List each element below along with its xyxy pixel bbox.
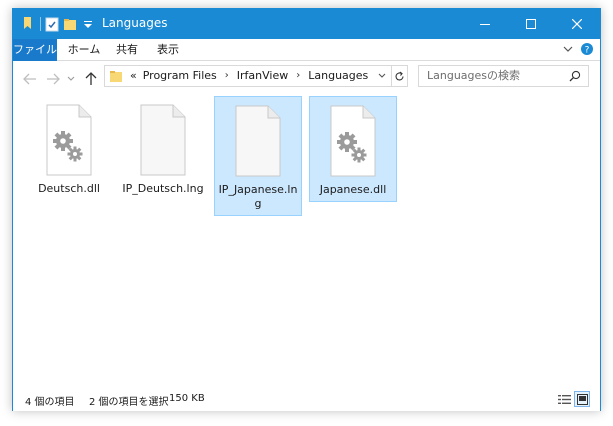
- details-view-button[interactable]: [556, 391, 572, 407]
- svg-text:?: ?: [585, 45, 590, 55]
- refresh-button[interactable]: [391, 66, 407, 86]
- dll-file-icon: [323, 105, 383, 177]
- file-item-deutsch-dll[interactable]: Deutsch.dll: [25, 96, 113, 200]
- address-bar[interactable]: « Program Files › IrfanView › Languages: [104, 65, 408, 87]
- arrow-left-icon: [23, 73, 36, 85]
- arrow-right-icon: [47, 73, 60, 85]
- new-folder-icon[interactable]: [63, 16, 77, 32]
- breadcrumb-chevron-icon[interactable]: ›: [220, 66, 234, 86]
- file-item-ip-deutsch-lng[interactable]: IP_Deutsch.lng: [119, 96, 207, 200]
- breadcrumb-overflow[interactable]: «: [127, 66, 140, 86]
- close-button[interactable]: [554, 9, 600, 39]
- tab-home[interactable]: ホーム: [63, 39, 105, 61]
- status-selection: 2 個の項目を選択: [89, 397, 169, 408]
- status-bar: 4 個の項目 2 個の項目を選択 150 KB: [13, 387, 600, 411]
- status-size: 150 KB: [169, 393, 205, 404]
- lng-file-icon: [228, 105, 288, 177]
- details-view-icon: [557, 394, 571, 404]
- close-icon: [572, 19, 582, 29]
- properties-icon[interactable]: [45, 16, 59, 32]
- file-list: Deutsch.dll IP_Deutsch.lng IP_Japanese.l…: [13, 89, 600, 385]
- pin-icon[interactable]: [21, 16, 35, 32]
- large-icons-view-icon: [576, 393, 588, 405]
- lng-file-icon: [133, 104, 193, 176]
- search-box[interactable]: Languagesの検索: [418, 65, 589, 87]
- help-icon[interactable]: ?: [580, 42, 594, 59]
- file-name: IP_Deutsch.lng: [122, 182, 204, 195]
- tab-view[interactable]: 表示: [149, 39, 187, 61]
- minimize-icon: [480, 24, 490, 25]
- back-button[interactable]: [21, 71, 39, 87]
- ribbon-tabs: ファイル ホーム 共有 表示 ?: [13, 39, 600, 61]
- status-item-count: 4 個の項目: [25, 397, 75, 408]
- qat-divider: [40, 17, 41, 31]
- breadcrumb-chevron-icon[interactable]: ›: [291, 66, 305, 86]
- refresh-icon: [395, 71, 404, 80]
- maximize-button[interactable]: [508, 9, 554, 39]
- breadcrumb-irfanview[interactable]: IrfanView: [234, 66, 291, 86]
- minimize-button[interactable]: [462, 9, 508, 39]
- up-button[interactable]: [82, 71, 100, 87]
- folder-icon: [109, 69, 123, 86]
- maximize-icon: [526, 19, 536, 29]
- window-title: Languages: [102, 16, 168, 30]
- title-bar: Languages: [13, 9, 600, 39]
- search-icon[interactable]: [569, 70, 581, 85]
- arrow-up-icon: [85, 72, 97, 85]
- tab-share[interactable]: 共有: [111, 39, 143, 61]
- explorer-window: Languages ファイル ホーム 共有 表示 ? « Program Fil…: [12, 8, 601, 411]
- breadcrumb-program-files[interactable]: Program Files: [140, 66, 220, 86]
- file-name: Japanese.dll: [319, 183, 387, 196]
- large-icons-view-button[interactable]: [574, 391, 590, 407]
- file-item-ip-japanese-lng[interactable]: IP_Japanese.lng: [214, 96, 302, 216]
- file-name: IP_Japanese.lng: [218, 183, 298, 210]
- chevron-down-icon: [67, 76, 75, 81]
- search-placeholder: Languagesの検索: [427, 69, 521, 82]
- ribbon-expand-icon[interactable]: [562, 43, 574, 58]
- address-dropdown-button[interactable]: [375, 66, 389, 86]
- forward-button[interactable]: [44, 71, 62, 87]
- quick-access-toolbar: [21, 16, 99, 32]
- recent-locations-button[interactable]: [65, 71, 77, 87]
- breadcrumb: « Program Files › IrfanView › Languages: [127, 66, 371, 86]
- chevron-down-icon: [378, 73, 386, 78]
- tab-file[interactable]: ファイル: [13, 39, 57, 61]
- breadcrumb-languages[interactable]: Languages: [305, 66, 371, 86]
- qat-customize-icon[interactable]: [81, 16, 95, 32]
- file-name: Deutsch.dll: [38, 182, 100, 195]
- file-item-japanese-dll[interactable]: Japanese.dll: [309, 96, 397, 202]
- dll-file-icon: [39, 104, 99, 176]
